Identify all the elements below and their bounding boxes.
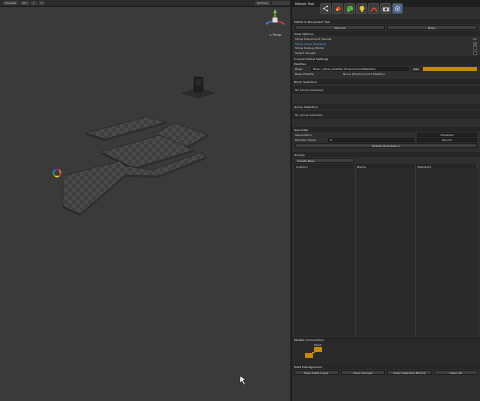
palette-slot-label: Basic <box>295 67 303 72</box>
effects-toggle-icon[interactable]: ✦ <box>38 1 46 5</box>
rotate-orientation-button[interactable]: Rotate Orientation <box>295 143 477 148</box>
camera-icon[interactable] <box>380 3 391 14</box>
data-management-buttons: Save Data Layer Clear Groups Clear Selec… <box>292 369 480 376</box>
column-divider <box>415 169 417 336</box>
save-data-layer-button[interactable]: Save Data Layer <box>294 370 339 375</box>
editor-window: Shaded 2D ♪ ✦ Gizmos < Persp Mosaic Tool… <box>0 0 480 401</box>
generate-row: Random Seed 0 Re-roll <box>295 137 477 143</box>
shading-mode-dropdown[interactable]: Shaded <box>3 1 19 5</box>
view-option-checkbox[interactable] <box>473 46 477 51</box>
tool-icon-bar <box>320 3 403 14</box>
generation-label: Generation <box>295 133 312 138</box>
palettes-list: Basic Basic_Cities_Palette (EnvironmentP… <box>292 66 480 77</box>
view-option-label: Show Placement Visuals <box>295 37 332 42</box>
create-new-group-button[interactable]: Create New <box>294 158 354 163</box>
settings-icon[interactable] <box>392 3 403 14</box>
groups-table: Custom Name Standard <box>292 164 480 336</box>
connection-node[interactable] <box>305 353 313 358</box>
audio-toggle-icon[interactable]: ♪ <box>30 1 37 5</box>
generate-label: Generate <box>294 127 309 132</box>
share-icon[interactable] <box>320 3 331 14</box>
view-option-checkbox[interactable] <box>473 50 477 55</box>
gizmos-dropdown[interactable]: Gizmos <box>254 1 270 5</box>
palette-icon[interactable] <box>344 3 355 14</box>
scene-view[interactable]: Shaded 2D ♪ ✦ Gizmos < Persp <box>0 0 290 401</box>
orientation-gizmo[interactable] <box>265 9 285 25</box>
block-selection-message: No blocks selected. <box>292 86 480 94</box>
palette-color-bar[interactable] <box>423 67 477 72</box>
view-option-label: Show Level Shadows <box>295 41 327 46</box>
reroll-button[interactable]: Re-roll <box>417 137 477 142</box>
view-option-checkbox[interactable]: ✔ <box>473 41 477 46</box>
palette-slot-label: Base Palette <box>295 71 314 76</box>
palette-connections-graph[interactable]: Start <box>292 342 480 364</box>
random-seed-label: Random Seed <box>295 137 316 142</box>
palette-set-button[interactable]: Set <box>411 66 421 72</box>
mouse-cursor <box>239 375 247 386</box>
group-selection-label: Group Selection <box>294 104 318 109</box>
mosaic-tool-panel: Mosaic Tool Platform Placement Tool Manu… <box>291 0 480 401</box>
block-selection-label: Block Selection <box>294 79 317 84</box>
view-option-label: Select Visuals <box>295 50 316 55</box>
block-selection-title: Block Selection <box>292 79 480 84</box>
panel-title: Mosaic Tool <box>295 1 315 6</box>
arch-icon[interactable] <box>368 3 379 14</box>
generation-dropdown[interactable]: Disabled <box>417 133 477 138</box>
clear-groups-button[interactable]: Clear Groups <box>340 370 385 375</box>
color-wheel-icon[interactable] <box>52 168 62 178</box>
group-selection-title: Group Selection <box>292 104 480 109</box>
view-options-label: View Options <box>294 31 314 36</box>
group-selection-message: No group selected. <box>292 111 480 119</box>
bulb-icon[interactable] <box>356 3 367 14</box>
platform-placement-label: Platform Placement Tool <box>294 19 331 24</box>
connection-link <box>312 352 315 353</box>
clear-all-button[interactable]: Clear All <box>433 370 478 375</box>
mode-2d-toggle[interactable]: 2D <box>20 1 29 5</box>
groups-label: Groups <box>294 152 305 157</box>
level-settings-label: Level Global Settings <box>296 56 329 61</box>
palette-row: Base Palette None (Environment Palette) <box>295 72 477 77</box>
view-options-list: Show Placement Visuals On Show Level Sha… <box>292 36 480 56</box>
palette-connections-label: Palette Connections <box>294 337 324 342</box>
view-option-label: Show Debug Points <box>295 46 324 51</box>
view-option-value[interactable]: On <box>473 37 477 41</box>
scene-toolbar: Shaded 2D ♪ ✦ Gizmos <box>0 0 290 7</box>
connection-node[interactable] <box>314 347 322 352</box>
view-mode-label[interactable]: < Persp <box>269 33 281 37</box>
palette-object-field[interactable]: None (Environment Palette) <box>343 72 385 76</box>
pedestal-object[interactable] <box>181 76 215 99</box>
groups-create-row: Create New <box>292 157 480 164</box>
palettes-label: Palettes <box>294 61 306 66</box>
basic-tab[interactable]: Basic <box>387 25 477 30</box>
view-option-row: Select Visuals <box>295 50 477 56</box>
platform-mode-tabs: Manual Basic <box>292 24 480 31</box>
paint-bucket-icon[interactable] <box>332 3 343 14</box>
groups-table-body[interactable] <box>294 169 478 336</box>
scene-canvas[interactable]: < Persp <box>0 7 290 401</box>
scene-search-field[interactable] <box>272 1 290 5</box>
generate-settings: Generation Disabled Random Seed 0 Re-rol… <box>292 132 480 149</box>
foldout-arrow-icon: ▾ <box>294 56 296 61</box>
random-seed-field[interactable]: 0 <box>328 137 414 142</box>
manual-tab[interactable]: Manual <box>295 25 385 30</box>
data-management-label: Data Management <box>294 364 322 369</box>
palette-object-field[interactable]: Basic_Cities_Palette (EnvironmentPalette… <box>311 67 409 72</box>
clear-selected-blocks-button[interactable]: Clear Selected Blocks <box>387 370 432 375</box>
column-divider <box>354 169 356 336</box>
